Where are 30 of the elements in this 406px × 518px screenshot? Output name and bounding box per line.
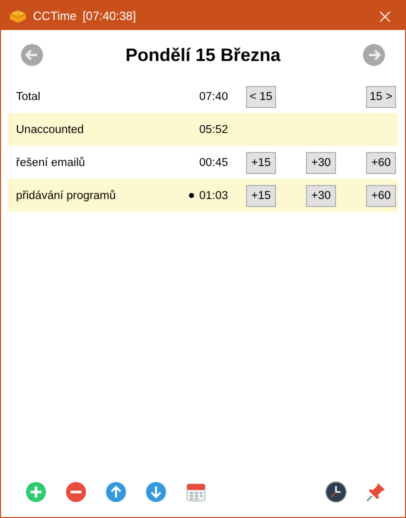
task-name: Total — [16, 90, 42, 102]
add-time-button[interactable]: +15 — [246, 184, 276, 206]
move-down-icon[interactable] — [145, 481, 167, 503]
add-time-button[interactable]: +30 — [306, 184, 336, 206]
add-time-button[interactable]: +30 — [306, 152, 336, 174]
window-title: CCTime — [33, 8, 77, 22]
task-name: přidávání programů — [16, 190, 117, 202]
previous-day-icon[interactable] — [21, 44, 43, 66]
window-clock: [07:40:38] — [82, 8, 136, 22]
task-time: 07:40 — [199, 90, 228, 102]
task-time: 01:03 — [199, 190, 228, 202]
next-button[interactable]: 15 > — [366, 86, 396, 108]
previous-button[interactable]: < 15 — [246, 86, 276, 108]
date-heading: Pondělí 15 Března — [125, 44, 281, 66]
task-time: 00:45 — [199, 156, 228, 168]
add-time-button[interactable]: +60 — [366, 184, 396, 206]
calendar-icon[interactable] — [185, 481, 207, 503]
task-name: řešení emailů — [16, 156, 86, 168]
next-day-icon[interactable] — [363, 44, 385, 66]
app-logo-icon — [9, 8, 27, 24]
close-button[interactable]: × — [365, 1, 405, 30]
clock-icon[interactable] — [325, 481, 347, 503]
task-name: Unaccounted — [16, 124, 85, 136]
task-time: 05:52 — [199, 124, 228, 136]
remove-icon[interactable] — [65, 481, 87, 503]
move-up-icon[interactable] — [105, 481, 127, 503]
add-time-button[interactable]: +60 — [366, 152, 396, 174]
add-icon[interactable] — [25, 481, 47, 503]
add-time-button[interactable]: +15 — [246, 152, 276, 174]
pin-icon[interactable] — [365, 481, 387, 503]
